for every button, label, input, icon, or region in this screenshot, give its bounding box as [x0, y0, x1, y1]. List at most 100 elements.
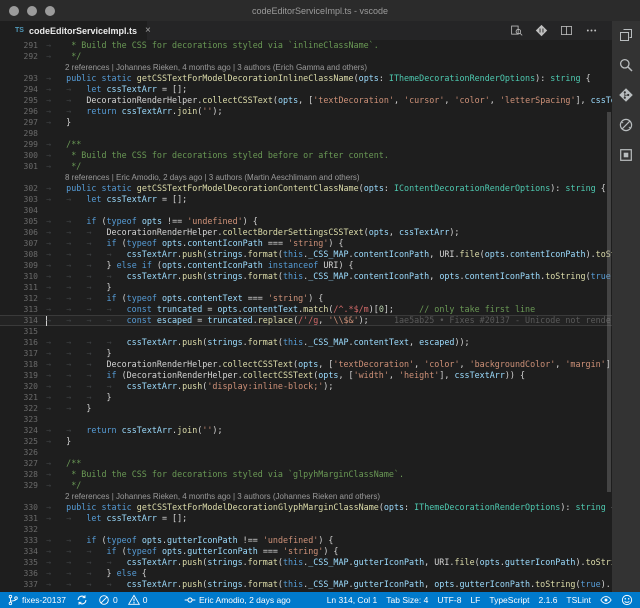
line-number[interactable]: 314 [0, 315, 46, 326]
line-number[interactable]: 336 [0, 568, 46, 579]
code-text[interactable]: →→→→cssTextArr.push(strings.format(this.… [46, 337, 612, 348]
code-text[interactable]: →→→if (DecorationRenderHelper.collectCSS… [46, 370, 612, 381]
code-text[interactable]: → * Build the CSS for decorations styled… [46, 40, 612, 51]
code-text[interactable]: →→→→cssTextArr.push(strings.format(this.… [46, 557, 612, 568]
split-editor-icon[interactable] [560, 24, 573, 37]
search-icon[interactable] [618, 57, 634, 73]
code-line[interactable]: 322→→} [0, 403, 612, 414]
code-text[interactable] [46, 524, 612, 535]
code-text[interactable]: →→return cssTextArr.join(''); [46, 425, 612, 436]
status-feedback[interactable] [621, 594, 633, 606]
code-text[interactable]: →→→if (typeof opts.gutterIconPath === 's… [46, 546, 612, 557]
line-number[interactable] [0, 491, 46, 502]
line-number[interactable]: 295 [0, 95, 46, 106]
code-line[interactable]: 310→→→→cssTextArr.push(strings.format(th… [0, 271, 612, 282]
line-number[interactable]: 299 [0, 139, 46, 150]
code-text[interactable]: → * Build the CSS for decorations styled… [46, 150, 612, 161]
code-line[interactable]: 328→ * Build the CSS for decorations sty… [0, 469, 612, 480]
line-number[interactable]: 307 [0, 238, 46, 249]
line-number[interactable]: 291 [0, 40, 46, 51]
code-line[interactable]: 316→→→→cssTextArr.push(strings.format(th… [0, 337, 612, 348]
code-line[interactable]: 336→→→} else { [0, 568, 612, 579]
code-line[interactable]: 320→→→→cssTextArr.push('display:inline-b… [0, 381, 612, 392]
codelens-row[interactable]: 8 references | Eric Amodio, 2 days ago |… [0, 172, 612, 183]
line-number[interactable]: 292 [0, 51, 46, 62]
line-number[interactable]: 331 [0, 513, 46, 524]
line-number[interactable]: 319 [0, 370, 46, 381]
line-number[interactable]: 305 [0, 216, 46, 227]
code-text[interactable]: →→→} [46, 282, 612, 293]
status-gitlens-blame[interactable]: Eric Amodio, 2 days ago [184, 594, 291, 606]
code-text[interactable]: →→} [46, 403, 612, 414]
line-number[interactable]: 326 [0, 447, 46, 458]
line-number[interactable]: 327 [0, 458, 46, 469]
code-text[interactable]: →→DecorationRenderHelper.collectCSSText(… [46, 95, 612, 106]
line-number[interactable]: 320 [0, 381, 46, 392]
code-text[interactable]: →→→if (typeof opts.contentIconPath === '… [46, 238, 612, 249]
line-number[interactable]: 321 [0, 392, 46, 403]
code-line[interactable]: 330→public static getCSSTextForModelDeco… [0, 502, 612, 513]
line-number[interactable]: 309 [0, 260, 46, 271]
close-window-button[interactable] [9, 6, 19, 16]
code-line[interactable]: 305→→if (typeof opts !== 'undefined') { [0, 216, 612, 227]
code-line[interactable]: 334→→→if (typeof opts.gutterIconPath ===… [0, 546, 612, 557]
code-text[interactable]: →} [46, 117, 612, 128]
code-line[interactable]: 319→→→if (DecorationRenderHelper.collect… [0, 370, 612, 381]
status-eol[interactable]: LF [470, 595, 480, 605]
code-line[interactable]: 317→→→} [0, 348, 612, 359]
status-errors[interactable]: 0 [98, 594, 118, 606]
code-text[interactable]: →→→} else { [46, 568, 612, 579]
code-text[interactable] [46, 447, 612, 458]
code-text[interactable] [46, 414, 612, 425]
code-line[interactable]: 311→→→} [0, 282, 612, 293]
line-number[interactable]: 293 [0, 73, 46, 84]
code-line[interactable]: 333→→if (typeof opts.gutterIconPath !== … [0, 535, 612, 546]
code-line[interactable]: 337→→→→cssTextArr.push(strings.format(th… [0, 579, 612, 590]
code-line[interactable]: 335→→→→cssTextArr.push(strings.format(th… [0, 557, 612, 568]
line-number[interactable]: 306 [0, 227, 46, 238]
line-number[interactable]: 298 [0, 128, 46, 139]
code-text[interactable]: →→if (typeof opts.gutterIconPath !== 'un… [46, 535, 612, 546]
line-number[interactable]: 297 [0, 117, 46, 128]
code-line[interactable]: 315 [0, 326, 612, 337]
code-line[interactable]: 299→/** [0, 139, 612, 150]
code-line[interactable]: 313→→→→const truncated = opts.contentTex… [0, 304, 612, 315]
line-number[interactable]: 329 [0, 480, 46, 491]
line-number[interactable]: 335 [0, 557, 46, 568]
codelens-text[interactable]: 2 references | Johannes Rieken, 4 months… [46, 62, 612, 73]
code-text[interactable]: →→→→const escaped = truncated.replace(/'… [46, 315, 612, 326]
code-text[interactable]: → */ [46, 161, 612, 172]
code-text[interactable]: →→→DecorationRenderHelper.collectBorderS… [46, 227, 612, 238]
line-number[interactable]: 330 [0, 502, 46, 513]
status-sync[interactable] [76, 594, 88, 606]
code-line[interactable]: 297→} [0, 117, 612, 128]
code-line[interactable]: 303→→let cssTextArr = []; [0, 194, 612, 205]
status-encoding[interactable]: UTF-8 [437, 595, 461, 605]
code-line[interactable]: 326 [0, 447, 612, 458]
source-control-icon[interactable] [618, 87, 634, 103]
code-text[interactable]: →} [46, 436, 612, 447]
status-git-branch[interactable]: fixes-20137 [7, 594, 66, 606]
code-text[interactable]: →/** [46, 139, 612, 150]
line-number[interactable]: 324 [0, 425, 46, 436]
code-text[interactable]: →→→} [46, 348, 612, 359]
code-text[interactable]: →→return cssTextArr.join(''); [46, 106, 612, 117]
status-language-mode[interactable]: TypeScript [489, 595, 529, 605]
codelens-text[interactable]: 8 references | Eric Amodio, 2 days ago |… [46, 172, 612, 183]
code-line[interactable]: 301→ */ [0, 161, 612, 172]
code-text[interactable]: →→let cssTextArr = []; [46, 84, 612, 95]
code-line[interactable]: 312→→→if (typeof opts.contentText === 's… [0, 293, 612, 304]
code-line[interactable]: 327→/** [0, 458, 612, 469]
line-number[interactable]: 301 [0, 161, 46, 172]
code-line[interactable]: 324→→return cssTextArr.join(''); [0, 425, 612, 436]
code-text[interactable]: →→→DecorationRenderHelper.collectCSSText… [46, 359, 612, 370]
line-number[interactable]: 315 [0, 326, 46, 337]
code-line[interactable]: 300→ * Build the CSS for decorations sty… [0, 150, 612, 161]
code-line[interactable]: 309→→→} else if (opts.contentIconPath in… [0, 260, 612, 271]
code-text[interactable]: →public static getCSSTextForModelDecorat… [46, 73, 612, 84]
line-number[interactable]: 316 [0, 337, 46, 348]
line-number[interactable]: 300 [0, 150, 46, 161]
code-line[interactable]: 295→→DecorationRenderHelper.collectCSSTe… [0, 95, 612, 106]
code-line[interactable]: 325→} [0, 436, 612, 447]
debug-icon[interactable] [618, 117, 634, 133]
